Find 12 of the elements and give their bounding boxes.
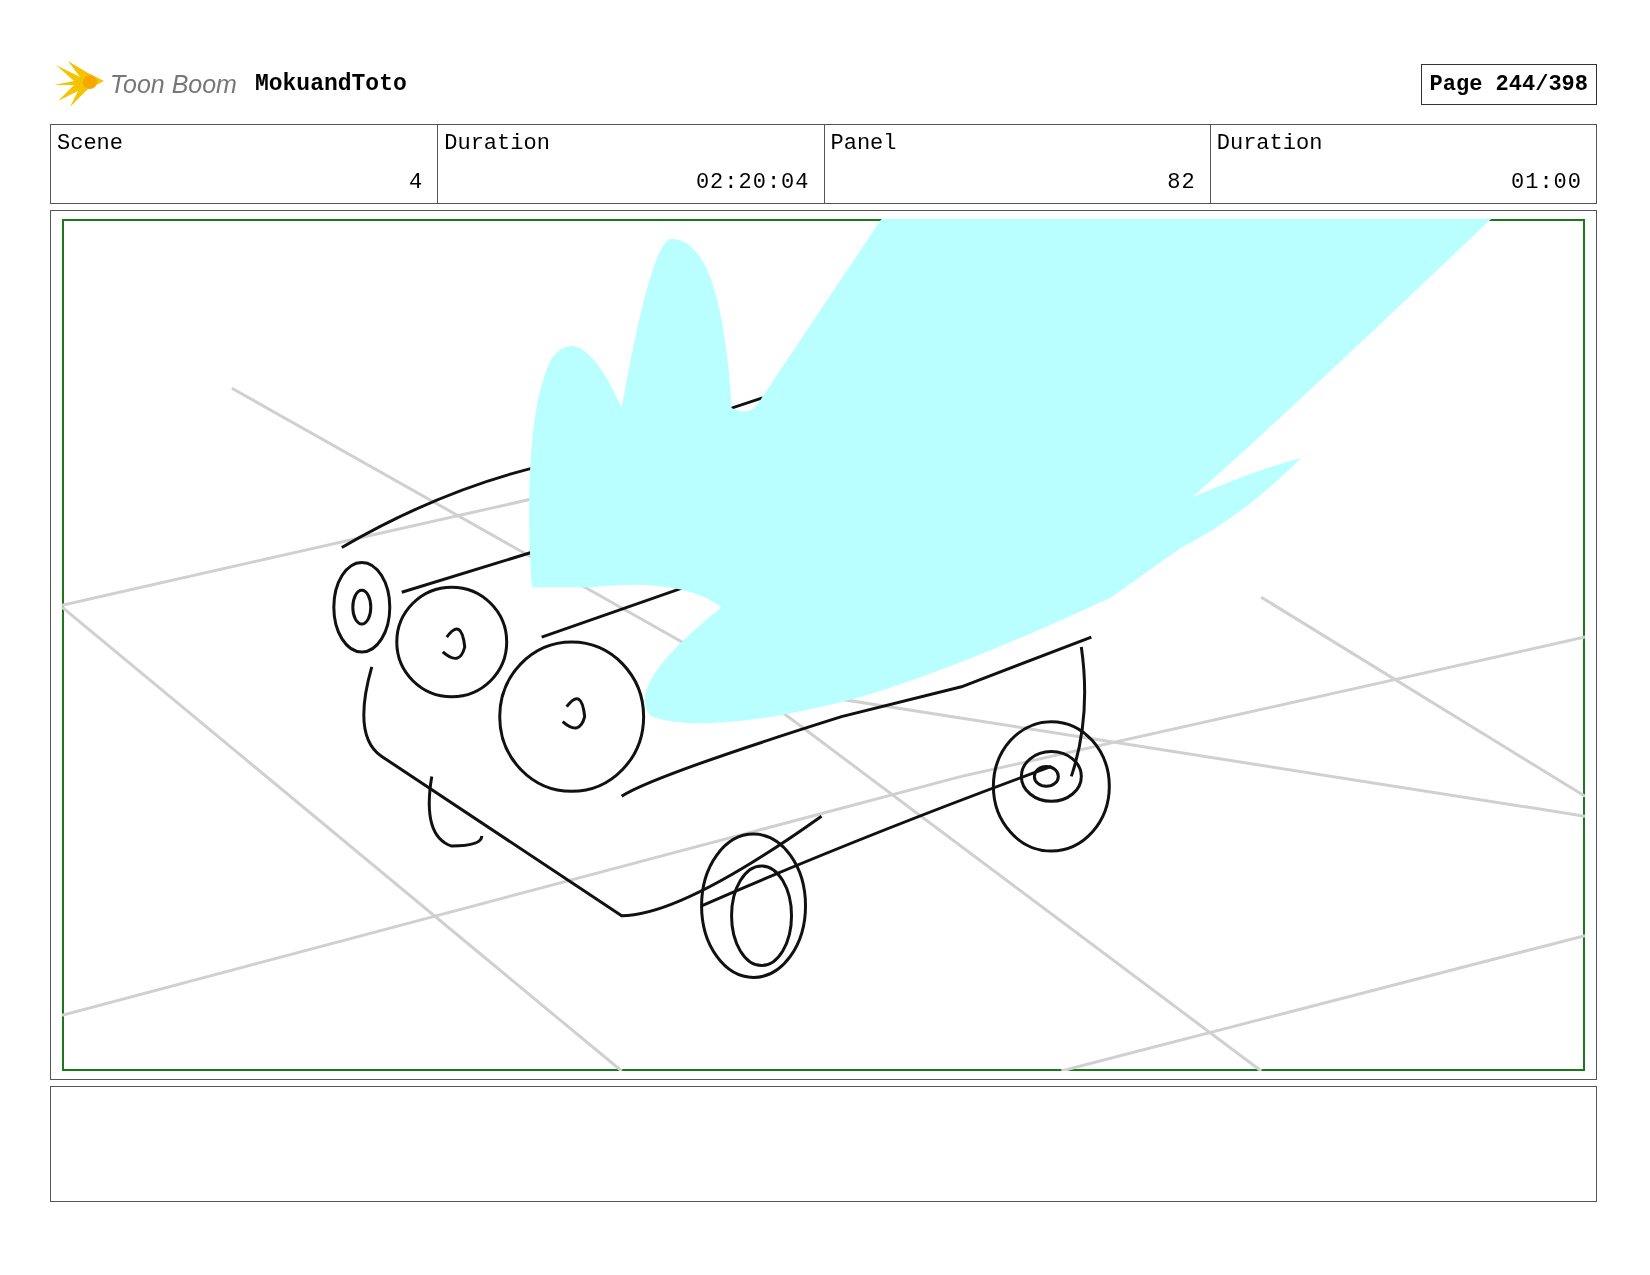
starburst-logo-icon — [54, 59, 106, 109]
field-label: Scene — [57, 131, 124, 156]
field-label: Duration — [444, 131, 551, 156]
page-number: Page 244/398 — [1420, 63, 1597, 105]
field-label: Panel — [830, 131, 898, 156]
field-value: 82 — [1166, 170, 1196, 195]
logo-text: Toon Boom — [110, 69, 237, 99]
field-value: 02:20:04 — [694, 170, 810, 195]
field-value: 01:00 — [1510, 170, 1582, 195]
field-value: 4 — [408, 170, 424, 195]
field-label: Duration — [1216, 131, 1324, 156]
project-title: MokuandToto — [254, 71, 407, 97]
